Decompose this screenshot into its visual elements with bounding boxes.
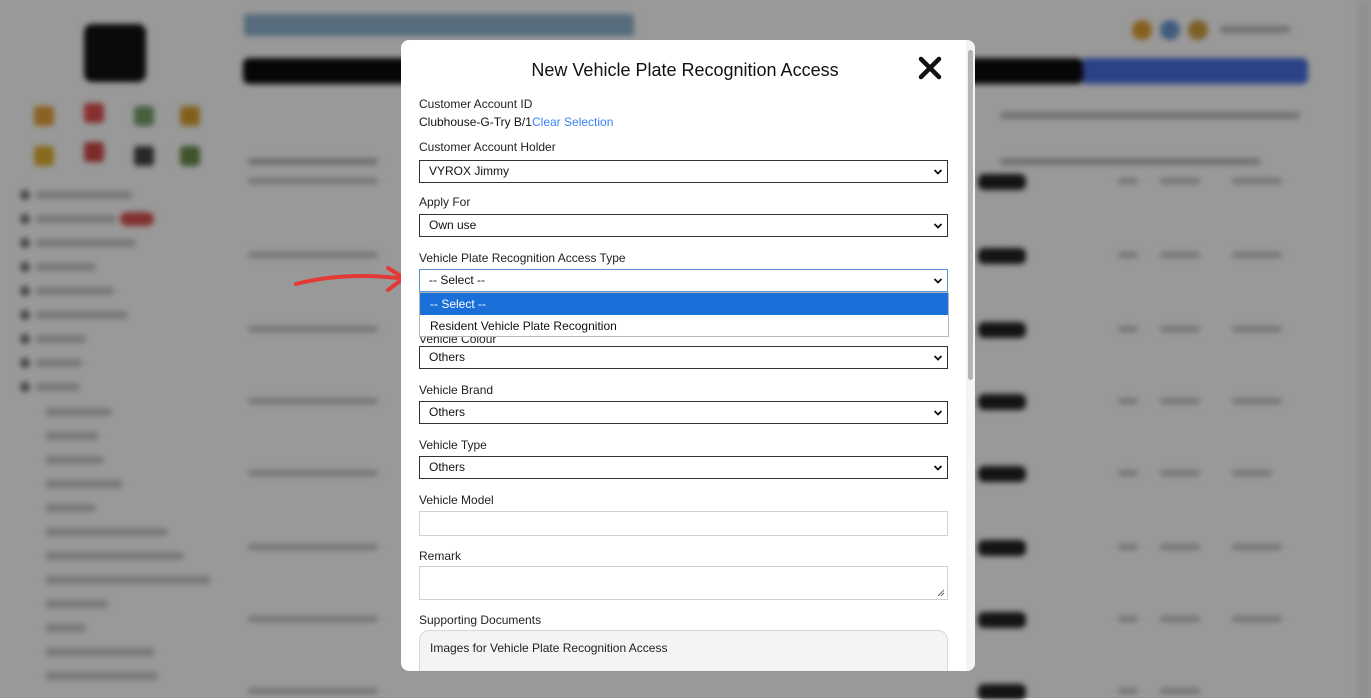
modal-title: New Vehicle Plate Recognition Access — [531, 60, 839, 80]
vehicle-type-label: Vehicle Type — [419, 438, 487, 452]
vehicle-colour-value: Others — [429, 350, 466, 364]
vehicle-model-input[interactable] — [419, 511, 948, 536]
access-type-value: -- Select -- — [429, 273, 486, 287]
chevron-down-icon — [933, 355, 943, 361]
vehicle-model-label: Vehicle Model — [419, 493, 494, 507]
apply-for-value: Own use — [429, 218, 477, 232]
apply-for-select[interactable]: Own use — [419, 214, 948, 237]
vehicle-type-value: Others — [429, 460, 466, 474]
supporting-documents-label: Supporting Documents — [419, 613, 542, 627]
remark-label: Remark — [419, 549, 462, 563]
clear-selection-link[interactable]: Clear Selection — [532, 115, 613, 129]
close-icon — [918, 56, 942, 80]
resize-grip-icon[interactable] — [937, 589, 945, 597]
dropdown-option-resident-vehicle-plate-recognition[interactable]: Resident Vehicle Plate Recognition — [420, 315, 948, 337]
vehicle-brand-value: Others — [429, 405, 466, 419]
apply-for-label: Apply For — [419, 195, 471, 209]
customer-account-id-value: Clubhouse-G-Try B/1 — [419, 115, 532, 129]
remark-textarea[interactable] — [419, 566, 948, 600]
chevron-down-icon — [933, 410, 943, 416]
close-button[interactable] — [916, 54, 944, 82]
dropzone-text: Images for Vehicle Plate Recognition Acc… — [430, 641, 668, 655]
new-vehicle-plate-modal: New Vehicle Plate Recognition Access Cus… — [401, 40, 975, 671]
customer-account-holder-label: Customer Account Holder — [419, 140, 556, 154]
vehicle-type-select[interactable]: Others — [419, 456, 948, 479]
vehicle-colour-label: Vehicle Colour — [419, 337, 497, 345]
chevron-down-icon — [933, 278, 943, 284]
customer-account-holder-value: VYROX Jimmy — [429, 164, 510, 178]
access-type-label: Vehicle Plate Recognition Access Type — [419, 251, 626, 265]
customer-account-id-label: Customer Account ID — [419, 97, 533, 111]
annotation-arrow-icon — [294, 266, 406, 292]
access-type-select[interactable]: -- Select -- — [419, 269, 948, 292]
chevron-down-icon — [933, 223, 943, 229]
vehicle-brand-label: Vehicle Brand — [419, 383, 494, 397]
vehicle-brand-select[interactable]: Others — [419, 401, 948, 424]
chevron-down-icon — [933, 169, 943, 175]
chevron-down-icon — [933, 465, 943, 471]
scrollbar-thumb[interactable] — [968, 50, 973, 380]
customer-account-holder-select[interactable]: VYROX Jimmy — [419, 160, 948, 183]
access-type-dropdown-list: -- Select -- Resident Vehicle Plate Reco… — [419, 292, 949, 337]
supporting-documents-dropzone[interactable]: Images for Vehicle Plate Recognition Acc… — [419, 630, 948, 671]
modal-scrollbar[interactable] — [966, 40, 975, 671]
dropdown-option-select[interactable]: -- Select -- — [420, 293, 948, 315]
vehicle-colour-select[interactable]: Others — [419, 346, 948, 369]
